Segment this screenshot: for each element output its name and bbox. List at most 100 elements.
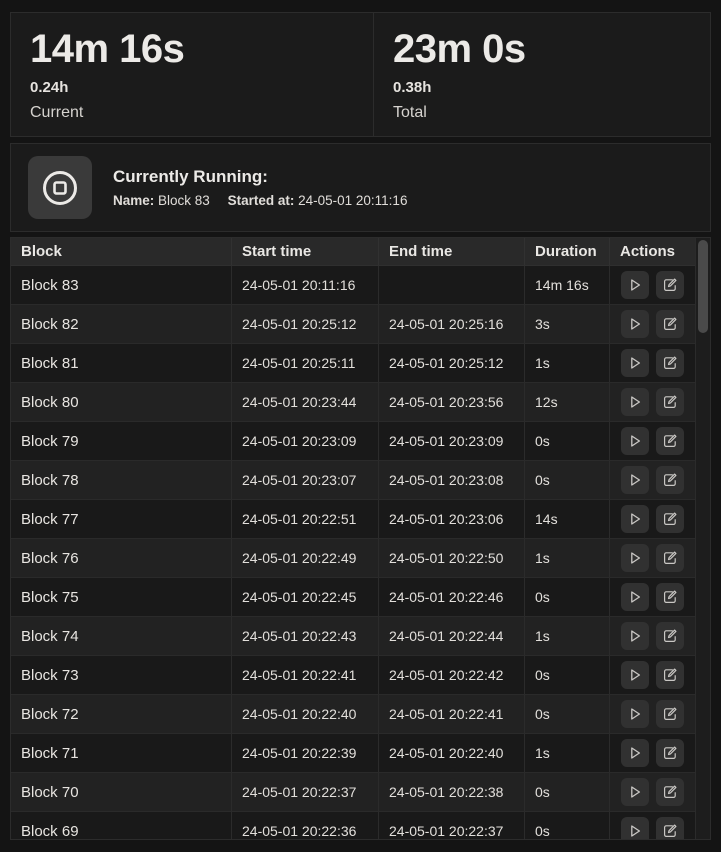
play-icon bbox=[631, 279, 641, 291]
end-cell: 24-05-01 20:22:40 bbox=[379, 734, 525, 772]
total-duration: 23m 0s bbox=[393, 27, 526, 71]
running-started-label: Started at: bbox=[227, 193, 295, 208]
edit-button[interactable] bbox=[656, 622, 684, 650]
table-body: Block 83 24-05-01 20:11:16 14m 16s Block… bbox=[11, 266, 695, 839]
actions-cell bbox=[610, 305, 695, 343]
header-start: Start time bbox=[232, 238, 379, 265]
current-stat-card: 14m 16s 0.24h Current bbox=[11, 13, 374, 136]
table-scrollbar-thumb[interactable] bbox=[698, 240, 708, 333]
total-stat-card: 23m 0s 0.38h Total bbox=[374, 13, 710, 136]
edit-icon bbox=[664, 317, 677, 330]
table-row: Block 70 24-05-01 20:22:37 24-05-01 20:2… bbox=[11, 773, 695, 812]
end-cell: 24-05-01 20:22:37 bbox=[379, 812, 525, 839]
play-button[interactable] bbox=[621, 622, 649, 650]
running-text: Currently Running: Name: Block 83 Starte… bbox=[113, 167, 407, 208]
play-icon bbox=[631, 474, 641, 486]
stop-circle-icon bbox=[43, 170, 77, 205]
play-icon bbox=[631, 825, 641, 837]
end-cell: 24-05-01 20:22:38 bbox=[379, 773, 525, 811]
stop-button[interactable] bbox=[28, 156, 92, 219]
end-cell: 24-05-01 20:23:06 bbox=[379, 500, 525, 538]
edit-button[interactable] bbox=[656, 700, 684, 728]
edit-button[interactable] bbox=[656, 778, 684, 806]
start-cell: 24-05-01 20:22:45 bbox=[232, 578, 379, 616]
block-cell: Block 73 bbox=[11, 656, 232, 694]
play-icon bbox=[631, 708, 641, 720]
actions-cell bbox=[610, 812, 695, 839]
edit-button[interactable] bbox=[656, 466, 684, 494]
edit-icon bbox=[664, 278, 677, 291]
table-scrollbar[interactable] bbox=[695, 238, 710, 839]
edit-button[interactable] bbox=[656, 427, 684, 455]
duration-cell: 14m 16s bbox=[525, 266, 610, 304]
actions-cell bbox=[610, 383, 695, 421]
play-button[interactable] bbox=[621, 271, 649, 299]
start-cell: 24-05-01 20:22:43 bbox=[232, 617, 379, 655]
play-button[interactable] bbox=[621, 583, 649, 611]
edit-button[interactable] bbox=[656, 271, 684, 299]
table-row: Block 77 24-05-01 20:22:51 24-05-01 20:2… bbox=[11, 500, 695, 539]
edit-button[interactable] bbox=[656, 505, 684, 533]
start-cell: 24-05-01 20:22:49 bbox=[232, 539, 379, 577]
blocks-table: Block Start time End time Duration Actio… bbox=[10, 237, 711, 840]
running-name-label: Name: bbox=[113, 193, 155, 208]
play-button[interactable] bbox=[621, 661, 649, 689]
start-cell: 24-05-01 20:23:07 bbox=[232, 461, 379, 499]
duration-cell: 0s bbox=[525, 422, 610, 460]
table-row: Block 79 24-05-01 20:23:09 24-05-01 20:2… bbox=[11, 422, 695, 461]
table-row: Block 74 24-05-01 20:22:43 24-05-01 20:2… bbox=[11, 617, 695, 656]
actions-cell bbox=[610, 266, 695, 304]
play-button[interactable] bbox=[621, 739, 649, 767]
header-actions: Actions bbox=[620, 243, 676, 260]
start-cell: 24-05-01 20:23:44 bbox=[232, 383, 379, 421]
edit-button[interactable] bbox=[656, 583, 684, 611]
play-button[interactable] bbox=[621, 544, 649, 572]
edit-icon bbox=[664, 668, 677, 681]
start-cell: 24-05-01 20:11:16 bbox=[232, 266, 379, 304]
table-row: Block 76 24-05-01 20:22:49 24-05-01 20:2… bbox=[11, 539, 695, 578]
edit-button[interactable] bbox=[656, 739, 684, 767]
play-button[interactable] bbox=[621, 310, 649, 338]
table-row: Block 69 24-05-01 20:22:36 24-05-01 20:2… bbox=[11, 812, 695, 839]
edit-button[interactable] bbox=[656, 817, 684, 839]
play-button[interactable] bbox=[621, 349, 649, 377]
total-label: Total bbox=[393, 104, 427, 121]
start-cell: 24-05-01 20:22:51 bbox=[232, 500, 379, 538]
end-cell bbox=[379, 266, 525, 304]
play-button[interactable] bbox=[621, 505, 649, 533]
play-button[interactable] bbox=[621, 466, 649, 494]
current-duration: 14m 16s bbox=[30, 27, 185, 71]
actions-cell bbox=[610, 773, 695, 811]
duration-cell: 1s bbox=[525, 734, 610, 772]
end-cell: 24-05-01 20:22:41 bbox=[379, 695, 525, 733]
edit-icon bbox=[664, 551, 677, 564]
block-cell: Block 82 bbox=[11, 305, 232, 343]
play-icon bbox=[631, 552, 641, 564]
edit-button[interactable] bbox=[656, 661, 684, 689]
edit-button[interactable] bbox=[656, 310, 684, 338]
play-button[interactable] bbox=[621, 388, 649, 416]
end-cell: 24-05-01 20:22:46 bbox=[379, 578, 525, 616]
edit-button[interactable] bbox=[656, 544, 684, 572]
play-icon bbox=[631, 669, 641, 681]
play-button[interactable] bbox=[621, 778, 649, 806]
edit-button[interactable] bbox=[656, 349, 684, 377]
block-cell: Block 76 bbox=[11, 539, 232, 577]
total-hours: 0.38h bbox=[393, 79, 432, 96]
duration-cell: 0s bbox=[525, 812, 610, 839]
play-icon bbox=[631, 435, 641, 447]
play-icon bbox=[631, 318, 641, 330]
duration-cell: 0s bbox=[525, 773, 610, 811]
play-button[interactable] bbox=[621, 700, 649, 728]
edit-button[interactable] bbox=[656, 388, 684, 416]
block-cell: Block 79 bbox=[11, 422, 232, 460]
table-row: Block 81 24-05-01 20:25:11 24-05-01 20:2… bbox=[11, 344, 695, 383]
play-button[interactable] bbox=[621, 427, 649, 455]
duration-cell: 1s bbox=[525, 617, 610, 655]
currently-running-panel: Currently Running: Name: Block 83 Starte… bbox=[10, 143, 711, 232]
actions-cell bbox=[610, 461, 695, 499]
play-button[interactable] bbox=[621, 817, 649, 839]
duration-cell: 1s bbox=[525, 344, 610, 382]
actions-cell bbox=[610, 656, 695, 694]
block-cell: Block 75 bbox=[11, 578, 232, 616]
